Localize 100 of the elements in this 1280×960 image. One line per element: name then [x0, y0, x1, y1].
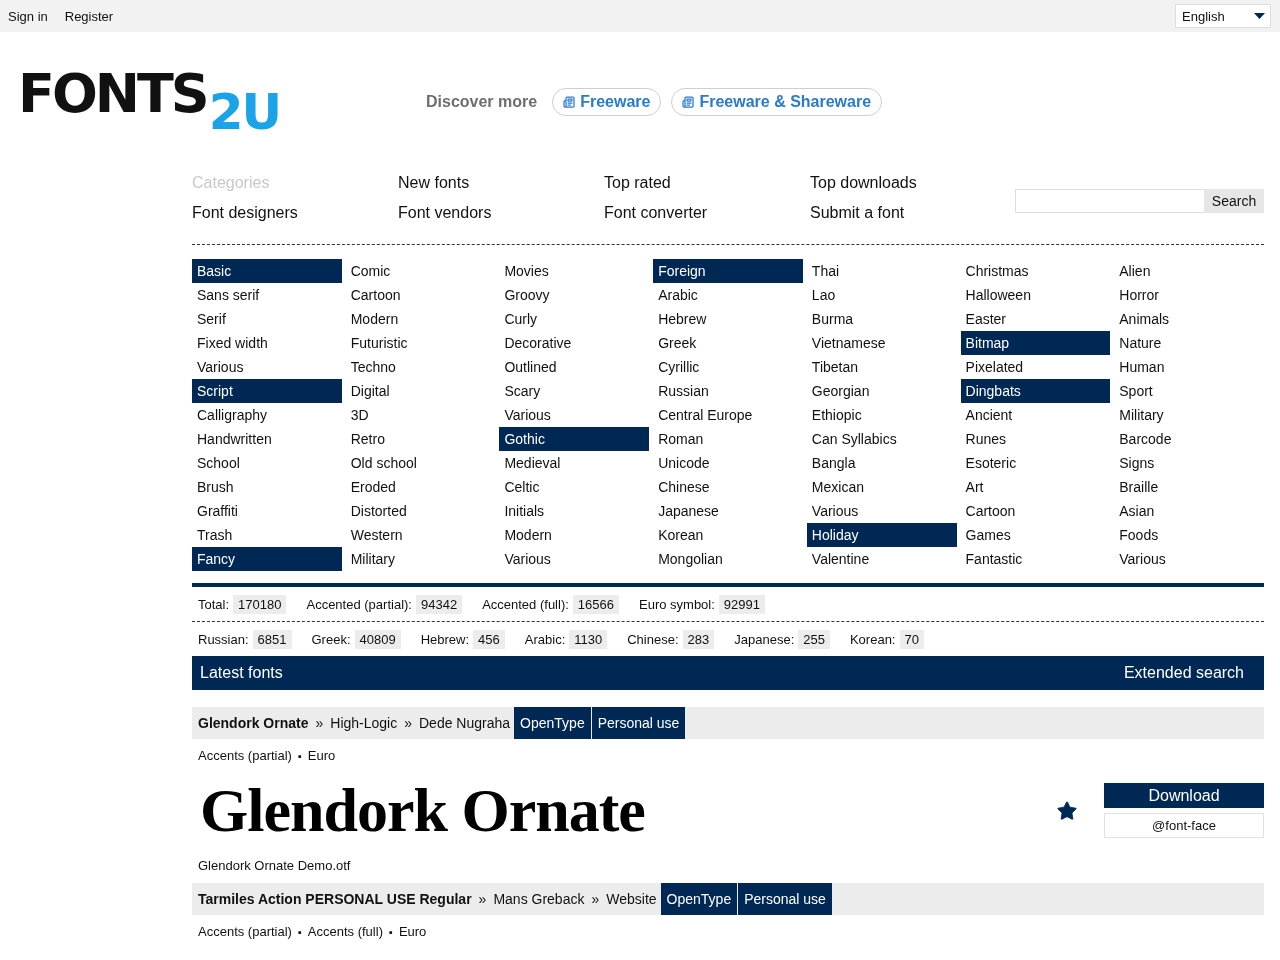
category-link[interactable]: Military	[345, 547, 496, 571]
category-link[interactable]: Georgian	[806, 379, 957, 403]
category-link[interactable]: Western	[345, 523, 496, 547]
category-link[interactable]: Pixelated	[960, 355, 1111, 379]
category-link[interactable]: Easter	[960, 307, 1111, 331]
font-name-link[interactable]: Tarmiles Action PERSONAL USE Regular	[198, 891, 472, 907]
category-link[interactable]: Medieval	[499, 451, 650, 475]
category-link[interactable]: Barcode	[1114, 427, 1264, 451]
category-link[interactable]: Techno	[345, 355, 496, 379]
category-link[interactable]: Eroded	[345, 475, 496, 499]
category-link[interactable]: Sport	[1114, 379, 1264, 403]
category-link[interactable]: Old school	[345, 451, 496, 475]
nav-link[interactable]: Font converter	[604, 202, 708, 224]
category-link[interactable]: Games	[960, 523, 1111, 547]
nav-link[interactable]: Font vendors	[398, 202, 492, 224]
category-link[interactable]: Calligraphy	[192, 403, 342, 427]
category-link[interactable]: Central Europe	[653, 403, 803, 427]
category-link[interactable]: Modern	[345, 307, 496, 331]
category-link[interactable]: Chinese	[653, 475, 803, 499]
category-link[interactable]: Ethiopic	[806, 403, 957, 427]
category-link[interactable]: Futuristic	[345, 331, 496, 355]
category-link[interactable]: Tibetan	[806, 355, 957, 379]
category-link[interactable]: Arabic	[653, 283, 803, 307]
category-link[interactable]: Signs	[1114, 451, 1264, 475]
breadcrumb-link[interactable]: Dede Nugraha	[419, 715, 511, 731]
category-link[interactable]: Lao	[806, 283, 957, 307]
category-link[interactable]: Outlined	[499, 355, 650, 379]
search-field[interactable]	[1015, 189, 1204, 213]
category-group-link[interactable]: Dingbats	[960, 379, 1111, 403]
site-logo[interactable]: FONTS2U	[18, 67, 281, 137]
category-link[interactable]: Unicode	[653, 451, 803, 475]
category-link[interactable]: Various	[806, 499, 957, 523]
font-name-link[interactable]: Glendork Ornate	[198, 715, 309, 731]
category-link[interactable]: Curly	[499, 307, 650, 331]
category-link[interactable]: Animals	[1114, 307, 1264, 331]
category-group-link[interactable]: Gothic	[499, 427, 650, 451]
category-link[interactable]: Various	[192, 355, 342, 379]
category-link[interactable]: Runes	[960, 427, 1111, 451]
category-group-link[interactable]: Fancy	[192, 547, 342, 571]
category-link[interactable]: Horror	[1114, 283, 1264, 307]
category-link[interactable]: Can Syllabics	[806, 427, 957, 451]
category-link[interactable]: Fantastic	[960, 547, 1111, 571]
download-button[interactable]: Download	[1104, 783, 1264, 808]
category-link[interactable]: Mexican	[806, 475, 957, 499]
category-link[interactable]: Initials	[499, 499, 650, 523]
category-link[interactable]: Serif	[192, 307, 342, 331]
category-link[interactable]: Foods	[1114, 523, 1264, 547]
category-link[interactable]: Thai	[806, 259, 957, 283]
category-link[interactable]: Ancient	[960, 403, 1111, 427]
category-link[interactable]: Valentine	[806, 547, 957, 571]
category-link[interactable]: Braille	[1114, 475, 1264, 499]
category-link[interactable]: Brush	[192, 475, 342, 499]
category-group-link[interactable]: Bitmap	[960, 331, 1111, 355]
nav-link[interactable]: New fonts	[398, 172, 470, 194]
category-link[interactable]: Christmas	[960, 259, 1111, 283]
extended-search-link[interactable]: Extended search	[1123, 664, 1244, 682]
category-link[interactable]: Roman	[653, 427, 803, 451]
category-link[interactable]: Halloween	[960, 283, 1111, 307]
category-link[interactable]: Art	[960, 475, 1111, 499]
category-group-link[interactable]: Holiday	[806, 523, 957, 547]
category-link[interactable]: Various	[1114, 547, 1264, 571]
star-icon[interactable]	[1056, 799, 1078, 822]
breadcrumb-link[interactable]: Website	[606, 891, 657, 907]
category-link[interactable]: Esoteric	[960, 451, 1111, 475]
nav-link[interactable]: Font designers	[192, 202, 298, 224]
category-link[interactable]: Scary	[499, 379, 650, 403]
category-link[interactable]: Nature	[1114, 331, 1264, 355]
category-link[interactable]: Human	[1114, 355, 1264, 379]
category-link[interactable]: Fixed width	[192, 331, 342, 355]
category-link[interactable]: Sans serif	[192, 283, 342, 307]
font-face-button[interactable]: @font-face	[1104, 813, 1264, 838]
breadcrumb-link[interactable]: Mans Greback	[493, 891, 585, 907]
category-link[interactable]: School	[192, 451, 342, 475]
category-link[interactable]: Korean	[653, 523, 803, 547]
category-link[interactable]: Trash	[192, 523, 342, 547]
category-link[interactable]: Hebrew	[653, 307, 803, 331]
category-group-link[interactable]: Basic	[192, 259, 342, 283]
category-link[interactable]: Graffiti	[192, 499, 342, 523]
category-link[interactable]: Celtic	[499, 475, 650, 499]
category-link[interactable]: Japanese	[653, 499, 803, 523]
category-link[interactable]: Modern	[499, 523, 650, 547]
top-link[interactable]: Register	[64, 8, 114, 24]
category-link[interactable]: Russian	[653, 379, 803, 403]
nav-link[interactable]: Top downloads	[810, 172, 917, 194]
category-link[interactable]: Cartoon	[960, 499, 1111, 523]
category-link[interactable]: Digital	[345, 379, 496, 403]
search-button[interactable]: Search	[1204, 189, 1264, 213]
category-link[interactable]: Vietnamese	[806, 331, 957, 355]
category-link[interactable]: Groovy	[499, 283, 650, 307]
category-link[interactable]: Greek	[653, 331, 803, 355]
category-link[interactable]: Cyrillic	[653, 355, 803, 379]
category-group-link[interactable]: Script	[192, 379, 342, 403]
category-link[interactable]: Various	[499, 547, 650, 571]
category-link[interactable]: Cartoon	[345, 283, 496, 307]
top-link[interactable]: Sign in	[8, 8, 48, 24]
category-link[interactable]: Distorted	[345, 499, 496, 523]
language-select[interactable]: English	[1175, 4, 1271, 28]
category-link[interactable]: 3D	[345, 403, 496, 427]
category-link[interactable]: Bangla	[806, 451, 957, 475]
category-link[interactable]: Military	[1114, 403, 1264, 427]
